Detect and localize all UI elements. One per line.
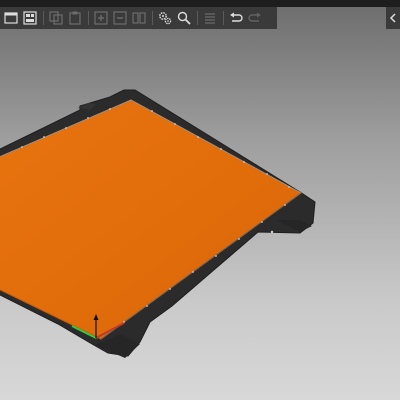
app-window bbox=[0, 0, 400, 400]
toolbar-separator bbox=[152, 11, 153, 25]
toolbar bbox=[0, 7, 277, 29]
minus-box-icon bbox=[113, 11, 127, 25]
toolbar-separator bbox=[43, 11, 44, 25]
undo-button[interactable] bbox=[227, 9, 245, 27]
settings-button[interactable] bbox=[156, 9, 174, 27]
paste-button[interactable] bbox=[66, 9, 84, 27]
top-strip bbox=[0, 0, 400, 7]
copy-icon bbox=[49, 11, 63, 25]
split-button[interactable] bbox=[130, 9, 148, 27]
split-icon bbox=[132, 12, 146, 24]
search-icon bbox=[177, 11, 191, 25]
toolbar-separator bbox=[223, 11, 224, 25]
gears-icon bbox=[159, 12, 172, 25]
add-icon bbox=[4, 12, 18, 24]
paste-icon bbox=[69, 11, 81, 25]
add-button[interactable] bbox=[2, 9, 20, 27]
copy-button[interactable] bbox=[47, 9, 65, 27]
sidebar-toggle[interactable] bbox=[386, 7, 400, 29]
layers-button[interactable] bbox=[201, 9, 219, 27]
redo-icon bbox=[248, 12, 261, 22]
undo-icon bbox=[230, 12, 243, 22]
arrange-button[interactable] bbox=[21, 9, 39, 27]
toolbar-separator bbox=[88, 11, 89, 25]
arrange-icon bbox=[23, 11, 37, 25]
instance-remove-button[interactable] bbox=[111, 9, 129, 27]
redo-button[interactable] bbox=[246, 9, 264, 27]
toolbar-separator bbox=[197, 11, 198, 25]
layers-icon bbox=[205, 13, 215, 24]
instance-add-button[interactable] bbox=[92, 9, 110, 27]
plus-box-icon bbox=[94, 11, 108, 25]
print-bed-scene bbox=[0, 89, 316, 358]
search-button[interactable] bbox=[175, 9, 193, 27]
3d-viewport[interactable] bbox=[0, 0, 400, 400]
chevron-left-icon bbox=[389, 13, 396, 23]
